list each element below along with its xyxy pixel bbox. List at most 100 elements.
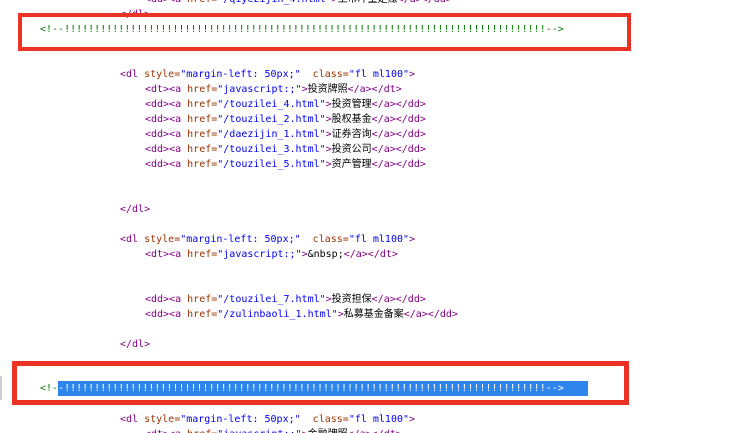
code-segment-txt: 金融牌照 (308, 427, 348, 433)
code-segment-val: "/touzilei_2.html" (217, 112, 325, 127)
code-segment-attr: class= (301, 67, 349, 82)
code-line[interactable]: <dl style="margin-left: 50px;" class="fl… (120, 67, 415, 82)
code-segment-val: "/touzilei_3.html" (217, 142, 325, 157)
code-segment-attr: href= (187, 127, 217, 142)
code-segment-attr: href= (187, 292, 217, 307)
code-line[interactable]: <dd><a href="/touzilei_2.html">股权基金</a><… (145, 112, 426, 127)
code-segment-val: "/touzilei_7.html" (217, 292, 325, 307)
code-segment-selcom: -!!!!!!!!!!!!!!!!!!!!!!!!!!!!!!!!!!!!!!!… (58, 381, 564, 396)
code-segment-selsp (564, 381, 588, 396)
code-segment-tag: <dl (120, 232, 144, 247)
code-line[interactable]: <dd><a href="/touzilei_3.html">投资公司</a><… (145, 142, 426, 157)
code-line[interactable]: </dl> (120, 337, 150, 352)
code-segment-txt: 投资牌照 (308, 82, 348, 97)
code-segment-tag: <dl (120, 67, 144, 82)
code-segment-val: "fl ml100" (349, 67, 409, 82)
code-line[interactable]: <!--!!!!!!!!!!!!!!!!!!!!!!!!!!!!!!!!!!!!… (40, 381, 588, 396)
code-line[interactable]: <dt><a href="javascript:;">&nbsp;</a></d… (145, 247, 398, 262)
code-line[interactable]: <dl style="margin-left: 50px;" class="fl… (120, 232, 415, 247)
code-line[interactable]: <dd><a href="/daezijin_1.html">证券咨询</a><… (145, 127, 426, 142)
code-segment-tag: </a></dd> (372, 97, 426, 112)
code-segment-tag: </a></dt> (348, 427, 402, 433)
code-segment-val: "fl ml100" (349, 232, 409, 247)
code-segment-tag: </a></dd> (372, 127, 426, 142)
code-segment-tag: > (409, 412, 415, 427)
code-segment-tag: </a></dt> (348, 82, 402, 97)
code-segment-tag: </dl> (120, 337, 150, 352)
code-segment-tag: <dt><a (145, 82, 187, 97)
code-segment-val: "javascript:;" (217, 82, 301, 97)
code-segment-val: "/touzilei_5.html" (217, 157, 325, 172)
code-segment-tag: </a></dd> (372, 292, 426, 307)
code-segment-val: "fl ml100" (349, 412, 409, 427)
code-segment-attr: style= (144, 67, 180, 82)
code-segment-attr: href= (187, 307, 217, 322)
code-segment-val: "margin-left: 50px;" (180, 67, 300, 82)
left-edge-artifact (0, 376, 2, 400)
code-segment-txt: 资产管理 (332, 157, 372, 172)
code-segment-attr: href= (187, 97, 217, 112)
code-segment-tag: <dd><a (145, 127, 187, 142)
code-segment-tag: > (409, 67, 415, 82)
code-segment-tag: <dd><a (145, 307, 187, 322)
code-segment-tag: <dd><a (145, 0, 187, 7)
code-segment-attr: href= (187, 142, 217, 157)
code-segment-tag: </a></dd> (372, 142, 426, 157)
code-line[interactable]: <dd><a href="/touzilei_7.html">投资担保</a><… (145, 292, 426, 307)
code-editor[interactable]: <dd><a href="/qiyezijin_4.html">上市冲量定赚</… (0, 0, 748, 433)
code-segment-com: <!--!!!!!!!!!!!!!!!!!!!!!!!!!!!!!!!!!!!!… (40, 22, 564, 37)
code-segment-attr: style= (144, 232, 180, 247)
code-segment-val: "margin-left: 50px;" (180, 412, 300, 427)
code-segment-attr: class= (301, 232, 349, 247)
code-segment-attr: class= (301, 412, 349, 427)
code-segment-attr: href= (187, 112, 217, 127)
code-segment-tag: <dd><a (145, 142, 187, 157)
code-line[interactable]: <dd><a href="/touzilei_4.html">投资管理</a><… (145, 97, 426, 112)
code-segment-tag: <dt><a (145, 247, 187, 262)
code-segment-com: <!- (40, 381, 58, 396)
code-line[interactable]: <dd><a href="/zulinbaoli_1.html">私募基金备案<… (145, 307, 458, 322)
code-segment-attr: href= (187, 247, 217, 262)
code-segment-val: "margin-left: 50px;" (180, 232, 300, 247)
code-segment-tag: <dd><a (145, 97, 187, 112)
code-segment-attr: style= (144, 412, 180, 427)
code-segment-tag: </a></dd> (372, 157, 426, 172)
code-segment-tag: <dd><a (145, 157, 187, 172)
code-line[interactable]: <dd><a href="/touzilei_5.html">资产管理</a><… (145, 157, 426, 172)
code-line[interactable]: </dl> (120, 7, 150, 22)
code-segment-tag: </a></dd> (372, 112, 426, 127)
code-segment-tag: <dd><a (145, 292, 187, 307)
code-segment-tag: <dl (120, 412, 144, 427)
code-segment-tag: </dl> (120, 7, 150, 22)
code-segment-val: "javascript:;" (217, 427, 301, 433)
code-line[interactable]: <!--!!!!!!!!!!!!!!!!!!!!!!!!!!!!!!!!!!!!… (40, 22, 564, 37)
code-segment-val: "/daezijin_1.html" (217, 127, 325, 142)
code-segment-txt: &nbsp; (308, 247, 344, 262)
code-line[interactable]: <dd><a href="/qiyezijin_4.html">上市冲量定赚</… (145, 0, 452, 7)
code-segment-tag: > (409, 232, 415, 247)
code-segment-attr: href= (187, 0, 217, 7)
code-segment-attr: href= (187, 157, 217, 172)
code-segment-txt: 股权基金 (332, 112, 372, 127)
code-line[interactable]: <dt><a href="javascript:;">金融牌照</a></dt> (145, 427, 402, 433)
code-segment-val: "/qiyezijin_4.html" (217, 0, 331, 7)
code-segment-tag: <dt><a (145, 427, 187, 433)
code-segment-txt: 投资管理 (332, 97, 372, 112)
code-line[interactable]: <dt><a href="javascript:;">投资牌照</a></dt> (145, 82, 402, 97)
code-segment-txt: 投资公司 (332, 142, 372, 157)
code-line[interactable]: <dl style="margin-left: 50px;" class="fl… (120, 412, 415, 427)
code-segment-tag: </a></dd> (404, 307, 458, 322)
code-segment-tag: </a></dd> (398, 0, 452, 7)
code-segment-attr: href= (187, 82, 217, 97)
code-segment-txt: 投资担保 (332, 292, 372, 307)
code-segment-txt: 上市冲量定赚 (338, 0, 398, 7)
code-segment-tag: </a></dt> (344, 247, 398, 262)
code-segment-txt: 私募基金备案 (344, 307, 404, 322)
code-segment-val: "javascript:;" (217, 247, 301, 262)
code-segment-tag: <dd><a (145, 112, 187, 127)
code-segment-val: "/touzilei_4.html" (217, 97, 325, 112)
code-segment-val: "/zulinbaoli_1.html" (217, 307, 337, 322)
code-segment-tag: </dl> (120, 202, 150, 217)
code-segment-txt: 证券咨询 (332, 127, 372, 142)
code-line[interactable]: </dl> (120, 202, 150, 217)
